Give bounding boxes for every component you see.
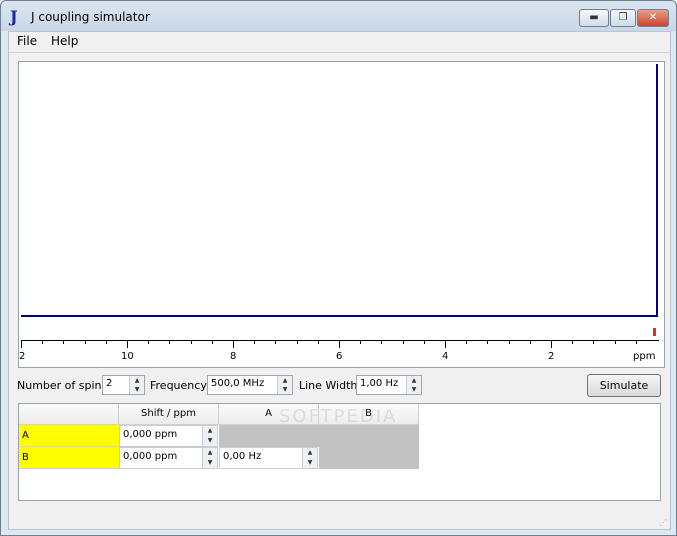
axis-minor-tick — [402, 340, 404, 344]
axis-minor-tick — [551, 340, 552, 344]
axis-minor-tick — [21, 340, 22, 344]
spins-stepper[interactable]: ▲ ▼ — [129, 376, 144, 394]
axis-minor-tick — [614, 340, 616, 344]
axis-minor-tick — [593, 340, 595, 344]
axis-minor-tick — [423, 340, 425, 344]
axis-tick-label: 2 — [548, 351, 555, 362]
linewidth-label: Line Width — [299, 379, 358, 392]
menu-file[interactable]: File — [17, 34, 37, 48]
table-corner-header — [19, 404, 119, 425]
down-arrow-icon[interactable]: ▼ — [303, 458, 317, 468]
down-arrow-icon[interactable]: ▼ — [407, 385, 421, 394]
app-icon: J — [10, 7, 18, 26]
down-arrow-icon[interactable]: ▼ — [203, 458, 217, 468]
x-axis-line — [21, 340, 659, 341]
axis-minor-tick — [445, 340, 446, 344]
row-b-jab-spinbox[interactable]: 0,00 Hz ▲ ▼ — [219, 447, 318, 469]
axis-minor-tick — [127, 340, 128, 344]
linewidth-spinbox[interactable]: 1,00 Hz ▲ ▼ — [356, 375, 422, 395]
window-title: J coupling simulator — [31, 10, 150, 24]
row-a-shift-value: 0,000 ppm — [123, 429, 178, 440]
up-arrow-icon[interactable]: ▲ — [130, 376, 144, 385]
row-b-shift-stepper[interactable]: ▲ ▼ — [202, 448, 217, 468]
axis-minor-tick — [487, 340, 489, 344]
row-b-shift-value: 0,000 ppm — [123, 451, 178, 462]
row-a-coupling-disabled — [219, 425, 419, 447]
axis-minor-tick — [190, 340, 192, 344]
linewidth-stepper[interactable]: ▲ ▼ — [406, 376, 421, 394]
linewidth-value: 1,00 Hz — [360, 378, 399, 389]
row-b-header[interactable]: B — [19, 447, 121, 469]
spins-spinbox[interactable]: 2 ▲ ▼ — [102, 375, 145, 395]
axis-minor-tick — [233, 340, 234, 344]
axis-minor-tick — [169, 340, 171, 344]
row-b-jab-value: 0,00 Hz — [223, 451, 262, 462]
frequency-label: Frequency — [150, 379, 207, 392]
title-bar[interactable]: J J coupling simulator ▬ ❐ ✕ — [1, 1, 676, 31]
row-a-shift-stepper[interactable]: ▲ ▼ — [202, 426, 217, 446]
axis-unit-label: ppm — [633, 351, 656, 362]
spectrum-baseline — [21, 315, 658, 317]
up-arrow-icon[interactable]: ▲ — [203, 426, 217, 436]
axis-minor-tick — [63, 340, 65, 344]
axis-tick-label: 8 — [230, 351, 237, 362]
up-arrow-icon[interactable]: ▲ — [407, 376, 421, 385]
up-arrow-icon[interactable]: ▲ — [303, 448, 317, 458]
main-window: J J coupling simulator ▬ ❐ ✕ File Help 2… — [0, 0, 677, 536]
axis-tick-label: 4 — [442, 351, 449, 362]
axis-minor-tick — [317, 340, 319, 344]
axis-minor-tick — [508, 340, 510, 344]
spectrum-plot[interactable]: 2 10 8 6 4 2 ppm — [18, 61, 665, 368]
down-arrow-icon[interactable]: ▼ — [203, 436, 217, 446]
axis-tick-label: 10 — [121, 351, 134, 362]
frequency-spinbox[interactable]: 500,0 MHz ▲ ▼ — [207, 375, 293, 395]
client-area: File Help 2 10 8 6 4 2 ppm Number of spi… — [8, 31, 671, 530]
row-a-shift-spinbox[interactable]: 0,000 ppm ▲ ▼ — [119, 425, 218, 447]
resize-grip-icon[interactable]: ⋰ — [659, 518, 667, 527]
menu-help[interactable]: Help — [51, 34, 78, 48]
row-b-shift-spinbox[interactable]: 0,000 ppm ▲ ▼ — [119, 447, 218, 469]
axis-minor-tick — [42, 340, 44, 344]
axis-minor-tick — [360, 340, 362, 344]
axis-minor-tick — [635, 340, 637, 344]
simulate-button[interactable]: Simulate — [587, 374, 661, 397]
watermark: SOFTPEDIA — [279, 406, 398, 427]
spins-value: 2 — [106, 378, 113, 389]
maximize-button[interactable]: ❐ — [610, 9, 636, 27]
close-button[interactable]: ✕ — [637, 9, 669, 27]
axis-minor-tick — [572, 340, 574, 344]
peak-marker — [653, 328, 656, 336]
up-arrow-icon[interactable]: ▲ — [203, 448, 217, 458]
frequency-value: 500,0 MHz — [211, 378, 265, 389]
axis-minor-tick — [296, 340, 298, 344]
up-arrow-icon[interactable]: ▲ — [278, 376, 292, 385]
axis-minor-tick — [529, 340, 531, 344]
spectrum-peak-line — [656, 64, 658, 316]
down-arrow-icon[interactable]: ▼ — [130, 385, 144, 394]
shift-column-header[interactable]: Shift / ppm — [119, 404, 219, 425]
frequency-stepper[interactable]: ▲ ▼ — [277, 376, 292, 394]
menu-separator — [9, 52, 670, 53]
axis-tick-label: 6 — [336, 351, 343, 362]
axis-minor-tick — [381, 340, 383, 344]
axis-minor-tick — [254, 340, 256, 344]
row-b-coupling-disabled — [319, 447, 419, 469]
menu-bar: File Help — [9, 32, 670, 52]
axis-minor-tick — [211, 340, 213, 344]
minimize-button[interactable]: ▬ — [579, 9, 609, 27]
axis-minor-tick — [275, 340, 277, 344]
axis-tick-label: 2 — [19, 351, 26, 362]
axis-minor-tick — [84, 340, 86, 344]
axis-minor-tick — [466, 340, 468, 344]
down-arrow-icon[interactable]: ▼ — [278, 385, 292, 394]
spins-label: Number of spins — [17, 379, 108, 392]
axis-minor-tick — [148, 340, 150, 344]
row-a-header[interactable]: A — [19, 425, 121, 447]
row-b-jab-stepper[interactable]: ▲ ▼ — [302, 448, 317, 468]
axis-minor-tick — [339, 340, 340, 344]
axis-minor-tick — [105, 340, 107, 344]
